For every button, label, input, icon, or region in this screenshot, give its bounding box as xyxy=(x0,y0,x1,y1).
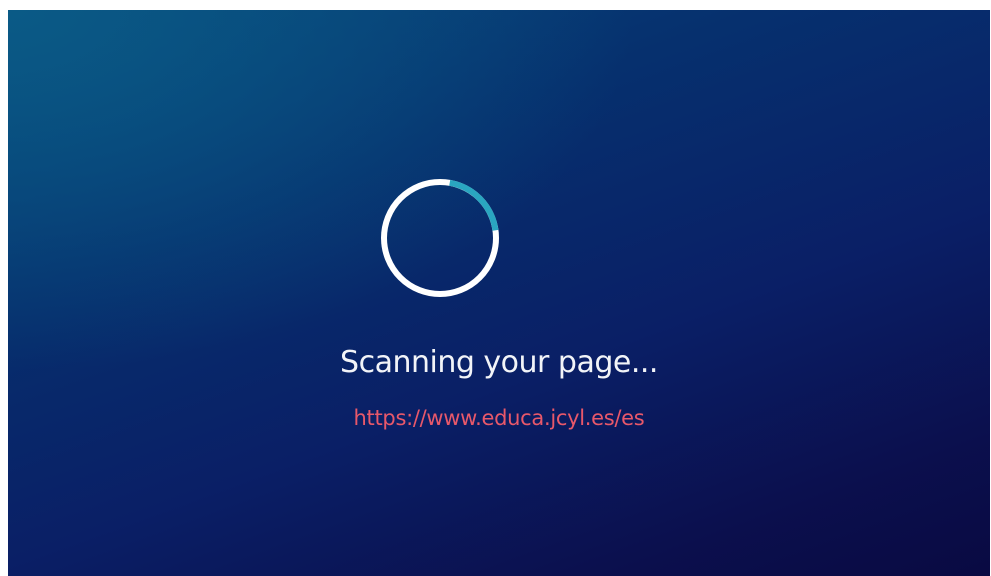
scanned-url: https://www.educa.jcyl.es/es xyxy=(353,406,645,430)
spinner-accent-arc xyxy=(381,179,499,297)
loading-spinner-icon xyxy=(381,179,499,297)
scanning-status-text: Scanning your page... xyxy=(340,345,658,380)
loading-screen: Scanning your page... https://www.educa.… xyxy=(8,10,990,576)
